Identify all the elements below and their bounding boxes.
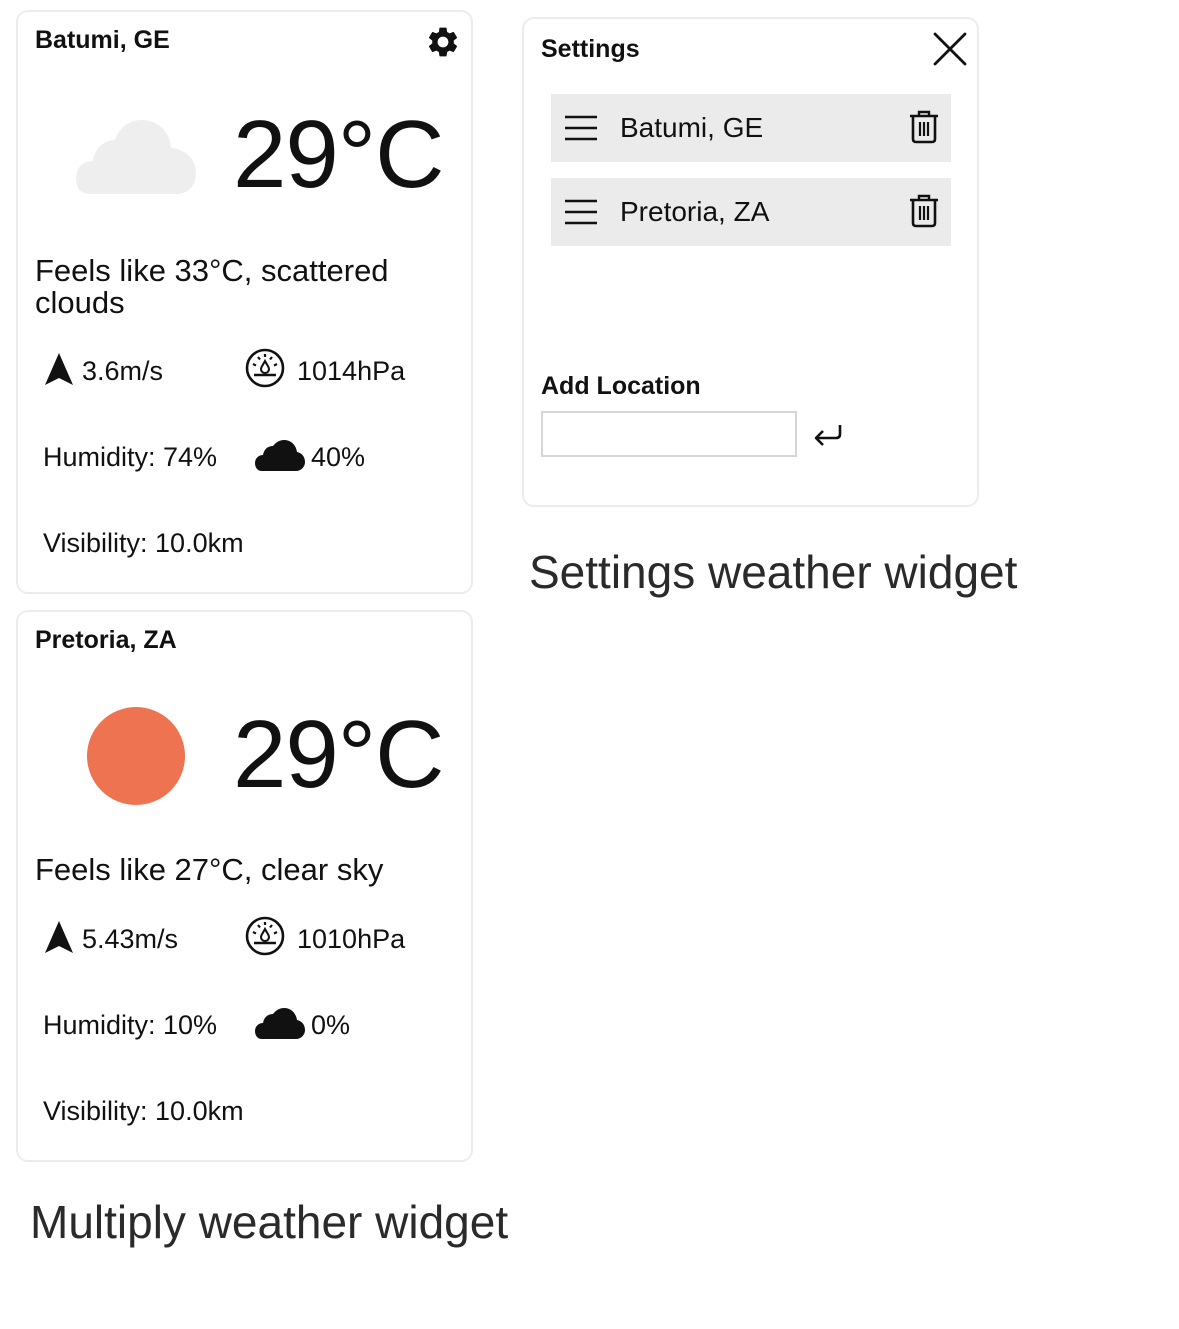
location-name: Batumi, GE [620, 112, 764, 143]
humidity-text: Humidity: 10% [43, 1010, 218, 1040]
sun-icon [87, 707, 185, 805]
cloudiness-value: 40% [311, 442, 366, 472]
close-icon[interactable] [932, 31, 968, 67]
city-title: Batumi, GE [35, 26, 170, 54]
drag-handle-icon[interactable] [564, 197, 598, 227]
pressure-gauge-icon [245, 916, 285, 956]
feels-like-text: Feels like 27°C, clear sky [35, 852, 384, 887]
add-location-label: Add Location [541, 372, 701, 400]
location-row-batumi[interactable]: Batumi, GE [551, 94, 951, 162]
weather-card-batumi: Batumi, GE 29°C Feels like 33°C, scatter… [16, 10, 473, 594]
pressure-value: 1010hPa [297, 924, 406, 954]
wind-direction-icon [45, 921, 73, 953]
trash-icon[interactable] [909, 110, 939, 144]
multiply-caption: Multiply weather widget [30, 1196, 509, 1248]
pressure-gauge-icon [245, 348, 285, 388]
cloudiness-value: 0% [311, 1010, 351, 1040]
visibility-text: Visibility: 10.0km [43, 1096, 244, 1126]
drag-handle-icon[interactable] [564, 113, 598, 143]
cloudiness-icon [255, 1008, 305, 1039]
settings-title: Settings [541, 35, 640, 63]
location-row-pretoria[interactable]: Pretoria, ZA [551, 178, 951, 246]
wind-direction-icon [45, 353, 73, 385]
settings-caption: Settings weather widget [529, 546, 1018, 598]
add-location-input[interactable] [541, 411, 797, 457]
temperature: 29°C [233, 701, 444, 808]
trash-icon[interactable] [909, 194, 939, 228]
visibility-text: Visibility: 10.0km [43, 528, 244, 558]
cloud-icon [76, 120, 196, 194]
wind-speed: 5.43m/s [82, 924, 179, 954]
enter-icon[interactable] [812, 421, 846, 447]
cloudiness-icon [255, 440, 305, 471]
weather-card-pretoria: Pretoria, ZA 29°C Feels like 27°C, clear… [16, 610, 473, 1162]
settings-panel: Settings Batumi, GE Pretoria, ZA Add Loc… [522, 17, 979, 507]
gear-icon[interactable] [425, 24, 461, 60]
pressure-value: 1014hPa [297, 356, 406, 386]
feels-like-text: Feels like 33°C, scattered clouds [35, 253, 389, 320]
temperature: 29°C [233, 101, 444, 208]
wind-speed: 3.6m/s [82, 356, 164, 386]
humidity-text: Humidity: 74% [43, 442, 218, 472]
city-title: Pretoria, ZA [35, 626, 177, 654]
location-name: Pretoria, ZA [620, 196, 770, 227]
